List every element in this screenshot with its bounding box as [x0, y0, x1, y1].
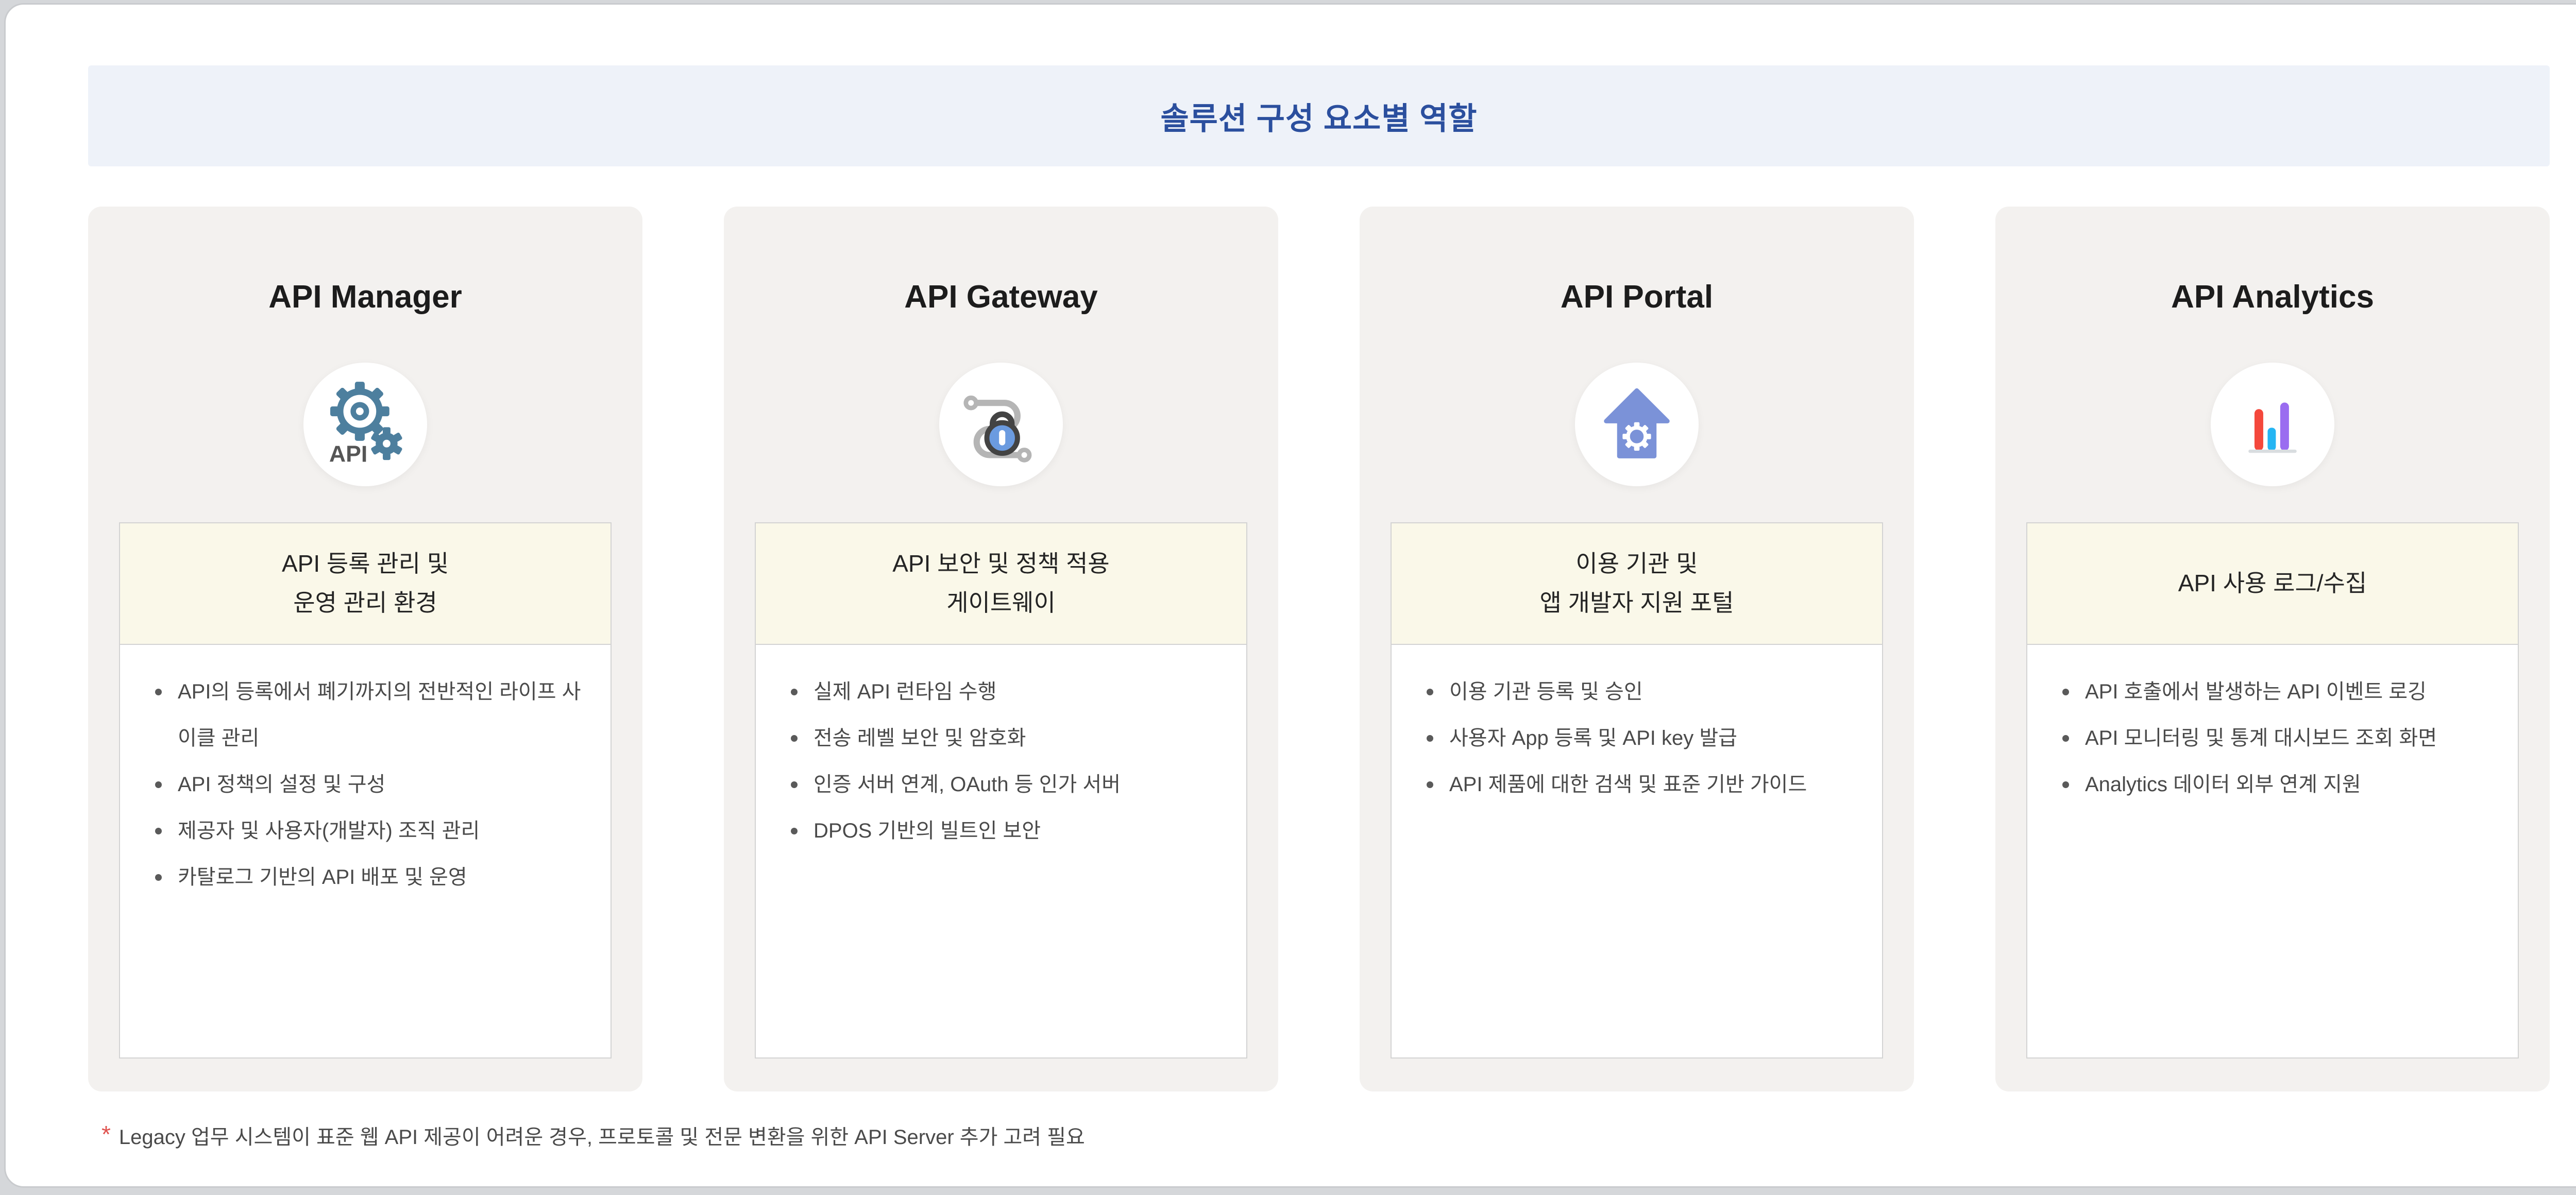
bullet-item: 인증 서버 연계, OAuth 등 인가 서버 — [787, 761, 1217, 808]
bullet-list: 이용 기관 등록 및 승인 사용자 App 등록 및 API key 발급 AP… — [1422, 669, 1853, 808]
bullet-item: API 정책의 설정 및 구성 — [151, 761, 582, 808]
bullet-item: 이용 기관 등록 및 승인 — [1422, 669, 1853, 715]
card-api-analytics: API Analytics API 사용 로그/수집 API 호출에서 발생하는… — [1995, 207, 2550, 1091]
card-subtitle: API 사용 로그/수집 — [2178, 564, 2367, 603]
secure-gateway-icon — [956, 379, 1046, 470]
bullet-list: API 호출에서 발생하는 API 이벤트 로깅 API 모니터링 및 통계 대… — [2058, 669, 2489, 808]
bullet-item: API 제품에 대한 검색 및 표준 기반 가이드 — [1422, 761, 1853, 808]
card-subtitle: API 등록 관리 및 운영 관리 환경 — [282, 544, 449, 623]
large-gear — [330, 382, 389, 441]
card-title: API Analytics — [1995, 279, 2550, 315]
info-body: API 호출에서 발생하는 API 이벤트 로깅 API 모니터링 및 통계 대… — [2027, 645, 2518, 1057]
card-subtitle: API 보안 및 정책 적용 게이트웨이 — [892, 544, 1110, 623]
card-title: API Portal — [1360, 279, 1914, 315]
info-box: 이용 기관 및 앱 개발자 지원 포털 이용 기관 등록 및 승인 사용자 Ap… — [1391, 522, 1883, 1059]
info-body: 실제 API 런타임 수행 전송 레벨 보안 및 암호화 인증 서버 연계, O… — [756, 645, 1246, 1057]
icon-circle — [1575, 363, 1699, 486]
info-head: API 등록 관리 및 운영 관리 환경 — [120, 523, 611, 645]
bullet-item: API의 등록에서 폐기까지의 전반적인 라이프 사이클 관리 — [151, 669, 582, 761]
bullet-item: API 모니터링 및 통계 대시보드 조회 화면 — [2058, 715, 2489, 761]
bullet-list: 실제 API 런타임 수행 전송 레벨 보안 및 암호화 인증 서버 연계, O… — [787, 669, 1217, 854]
bullet-item: 실제 API 런타임 수행 — [787, 669, 1217, 715]
icon-circle — [939, 363, 1063, 486]
page: 솔루션 구성 요소별 역할 API Manager — [4, 3, 2576, 1188]
bullet-item: DPOS 기반의 빌트인 보안 — [787, 808, 1217, 854]
bullet-item: 카탈로그 기반의 API 배포 및 운영 — [151, 854, 582, 900]
footnote: * Legacy 업무 시스템이 표준 웹 API 제공이 어려운 경우, 프로… — [101, 1120, 2550, 1150]
card-title: API Gateway — [724, 279, 1278, 315]
info-box: API 등록 관리 및 운영 관리 환경 API의 등록에서 폐기까지의 전반적… — [119, 522, 612, 1059]
bullet-item: 사용자 App 등록 및 API key 발급 — [1422, 715, 1853, 761]
card-api-manager: API Manager — [88, 207, 642, 1091]
info-head: API 사용 로그/수집 — [2027, 523, 2518, 645]
card-api-portal: API Portal — [1360, 207, 1914, 1091]
component-cards-row: API Manager — [88, 207, 2550, 1091]
info-box: API 사용 로그/수집 API 호출에서 발생하는 API 이벤트 로깅 AP… — [2026, 522, 2519, 1059]
portal-home-gear-icon — [1593, 381, 1681, 468]
card-api-gateway: API Gateway API 보안 및 정책 적용 게이트웨이 실제 — [724, 207, 1278, 1091]
page-title: 솔루션 구성 요소별 역할 — [1160, 94, 1477, 139]
info-head: API 보안 및 정책 적용 게이트웨이 — [756, 523, 1246, 645]
gear-api-icon: API — [321, 381, 409, 468]
icon-circle — [2211, 363, 2334, 486]
bullet-item: API 호출에서 발생하는 API 이벤트 로깅 — [2058, 669, 2489, 715]
card-title: API Manager — [88, 279, 642, 315]
icon-circle: API — [303, 363, 427, 486]
info-head: 이용 기관 및 앱 개발자 지원 포털 — [1392, 523, 1882, 645]
bullet-item: 제공자 및 사용자(개발자) 조직 관리 — [151, 808, 582, 854]
bullet-list: API의 등록에서 폐기까지의 전반적인 라이프 사이클 관리 API 정책의 … — [151, 669, 582, 900]
info-body: 이용 기관 등록 및 승인 사용자 App 등록 및 API key 발급 AP… — [1392, 645, 1882, 1057]
bar-chart-icon — [2229, 381, 2316, 468]
bullet-item: Analytics 데이터 외부 연계 지원 — [2058, 761, 2489, 808]
info-body: API의 등록에서 폐기까지의 전반적인 라이프 사이클 관리 API 정책의 … — [120, 645, 611, 1057]
bullet-item: 전송 레벨 보안 및 암호화 — [787, 715, 1217, 761]
info-box: API 보안 및 정책 적용 게이트웨이 실제 API 런타임 수행 전송 레벨… — [755, 522, 1247, 1059]
section-title-banner: 솔루션 구성 요소별 역할 — [88, 65, 2550, 166]
footnote-text: Legacy 업무 시스템이 표준 웹 API 제공이 어려운 경우, 프로토콜… — [119, 1120, 1085, 1150]
footnote-asterisk: * — [101, 1122, 111, 1146]
api-icon-label: API — [329, 441, 367, 467]
card-subtitle: 이용 기관 및 앱 개발자 지원 포털 — [1540, 544, 1734, 623]
